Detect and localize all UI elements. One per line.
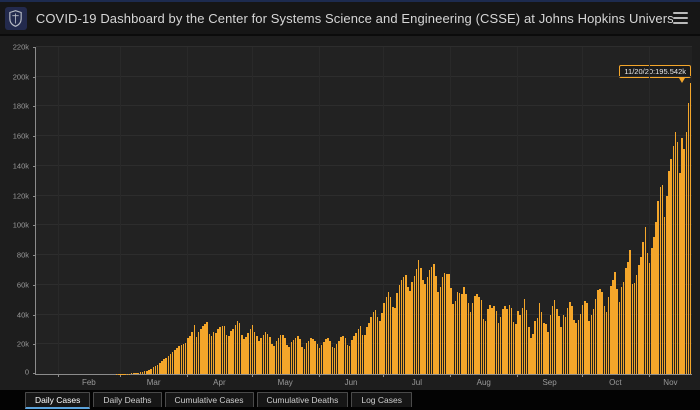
x-axis-label: Mar	[147, 378, 161, 387]
x-axis-tick	[252, 374, 253, 377]
h-gridline	[36, 224, 692, 225]
v-gridline	[187, 47, 188, 374]
x-axis-label: Feb	[82, 378, 96, 387]
y-axis-label: 60k	[17, 280, 36, 289]
x-axis-tick	[58, 374, 59, 377]
y-axis-label: 20k	[17, 340, 36, 349]
x-axis-tick	[187, 374, 188, 377]
y-axis-label: 180k	[13, 102, 36, 111]
tab-cumulative-cases[interactable]: Cumulative Cases	[165, 392, 254, 407]
page-title: COVID-19 Dashboard by the Center for Sys…	[36, 11, 673, 26]
v-gridline	[58, 47, 59, 374]
x-axis-label: Nov	[663, 378, 677, 387]
daily-cases-bar[interactable]	[690, 83, 692, 374]
jhu-shield-icon	[5, 7, 27, 30]
daily-cases-bar-chart[interactable]: 11/20/20:195.542k 020k40k60k80k100k120k1…	[35, 47, 692, 375]
h-gridline	[36, 46, 692, 47]
app-window: COVID-19 Dashboard by the Center for Sys…	[0, 0, 700, 410]
x-axis-tick	[319, 374, 320, 377]
x-axis-tick	[649, 374, 650, 377]
x-axis-label: May	[278, 378, 293, 387]
tab-log-cases[interactable]: Log Cases	[351, 392, 412, 407]
hamburger-menu-icon[interactable]	[673, 12, 688, 24]
x-axis-tick	[450, 374, 451, 377]
tab-daily-deaths[interactable]: Daily Deaths	[93, 392, 161, 407]
v-gridline	[319, 47, 320, 374]
x-axis-label: Jun	[345, 378, 358, 387]
y-axis-label: 220k	[13, 43, 36, 52]
y-axis-label: 160k	[13, 132, 36, 141]
tab-daily-cases[interactable]: Daily Cases	[25, 392, 90, 409]
x-axis-tick	[383, 374, 384, 377]
x-axis-label: Sep	[542, 378, 556, 387]
chart-tooltip-caret	[679, 78, 685, 83]
y-axis-label: 140k	[13, 161, 36, 170]
x-axis-label: Apr	[213, 378, 225, 387]
y-axis-label: 40k	[17, 310, 36, 319]
y-axis-label: 200k	[13, 72, 36, 81]
y-axis-label: 120k	[13, 191, 36, 200]
x-axis-tick	[517, 374, 518, 377]
y-axis-label: 100k	[13, 221, 36, 230]
h-gridline	[36, 254, 692, 255]
h-gridline	[36, 165, 692, 166]
x-axis-label: Oct	[609, 378, 621, 387]
x-axis-tick	[120, 374, 121, 377]
x-axis-label: Aug	[477, 378, 491, 387]
chart-panel: 11/20/20:195.542k 020k40k60k80k100k120k1…	[0, 36, 700, 390]
h-gridline	[36, 284, 692, 285]
h-gridline	[36, 135, 692, 136]
h-gridline	[36, 105, 692, 106]
x-axis-label: Jul	[412, 378, 422, 387]
tab-cumulative-deaths[interactable]: Cumulative Deaths	[257, 392, 349, 407]
h-gridline	[36, 76, 692, 77]
tab-bar: Daily Cases Daily Deaths Cumulative Case…	[0, 390, 700, 410]
app-header: COVID-19 Dashboard by the Center for Sys…	[0, 0, 700, 34]
v-gridline	[120, 47, 121, 374]
x-axis-tick	[582, 374, 583, 377]
y-axis-label: 0	[25, 368, 36, 377]
h-gridline	[36, 195, 692, 196]
y-axis-label: 80k	[17, 251, 36, 260]
